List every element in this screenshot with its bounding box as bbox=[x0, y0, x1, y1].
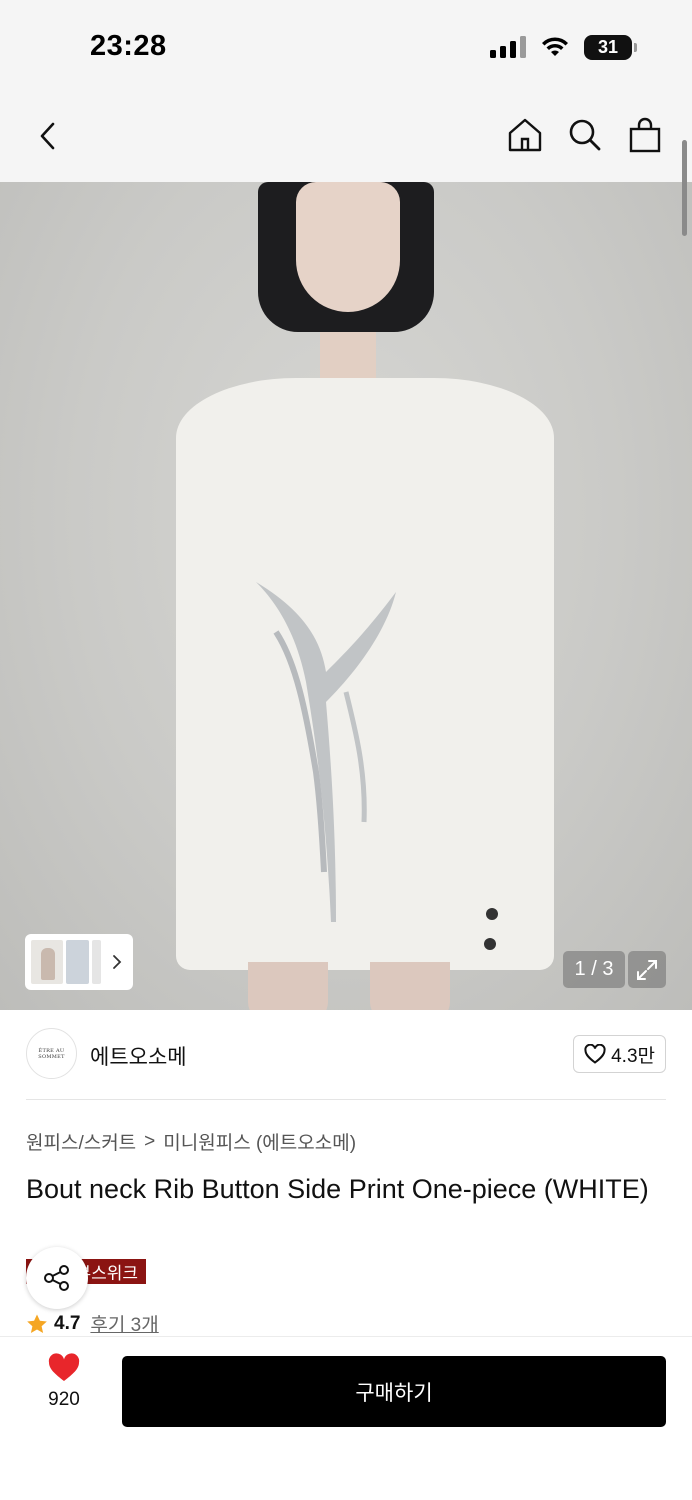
breadcrumb-separator: > bbox=[144, 1130, 156, 1152]
dress-button bbox=[484, 938, 496, 950]
thumbnail-image[interactable] bbox=[65, 940, 89, 984]
dress-button bbox=[486, 908, 498, 920]
breadcrumb: 원피스/스커트 > 미니원피스 (에트오소메) bbox=[26, 1128, 356, 1155]
image-page-counter: 1 / 3 bbox=[563, 951, 625, 988]
model-leg bbox=[248, 962, 328, 1010]
heart-outline-icon bbox=[584, 1044, 606, 1064]
nav-actions bbox=[506, 114, 664, 156]
brand-logo[interactable]: ÊTRE AU SOMMET bbox=[26, 1028, 77, 1079]
share-icon bbox=[44, 1265, 69, 1291]
rating-row: 4.7 후기 3개 bbox=[26, 1310, 159, 1337]
status-bar: 23:28 31 bbox=[0, 0, 692, 92]
brand-like-count: 4.3만 bbox=[611, 1045, 655, 1067]
review-count-link[interactable]: 후기 3개 bbox=[90, 1310, 158, 1337]
thumbnail-image[interactable] bbox=[91, 940, 101, 984]
brand-row: ÊTRE AU SOMMET 에트오소메 4.3만 bbox=[26, 1028, 666, 1080]
cart-button[interactable] bbox=[626, 114, 664, 156]
brand-like-button[interactable]: 4.3만 bbox=[573, 1035, 666, 1073]
dress-print-graphic bbox=[256, 582, 396, 922]
expand-image-button[interactable] bbox=[628, 951, 666, 988]
back-button[interactable] bbox=[28, 116, 68, 156]
brand-name[interactable]: 에트오소메 bbox=[90, 1041, 187, 1071]
wishlist-button[interactable]: 920 bbox=[34, 1353, 94, 1421]
scrollbar[interactable] bbox=[682, 140, 687, 236]
status-time: 23:28 bbox=[90, 30, 167, 62]
buy-button[interactable]: 구매하기 bbox=[122, 1356, 666, 1427]
shopping-bag-icon bbox=[629, 117, 661, 153]
navigation-bar bbox=[0, 92, 692, 182]
chevron-right-icon bbox=[112, 954, 127, 970]
cellular-signal-icon bbox=[490, 36, 526, 58]
product-title: Bout neck Rib Button Side Print One-piec… bbox=[26, 1174, 649, 1204]
bottom-action-bar: 920 구매하기 bbox=[0, 1336, 692, 1500]
heart-filled-icon bbox=[48, 1353, 80, 1381]
model-leg bbox=[370, 962, 450, 1010]
chevron-left-icon bbox=[40, 122, 55, 150]
model-face bbox=[296, 182, 400, 312]
share-button[interactable] bbox=[26, 1247, 88, 1309]
breadcrumb-category[interactable]: 원피스/스커트 bbox=[26, 1128, 136, 1155]
search-icon bbox=[569, 119, 601, 151]
home-icon bbox=[508, 118, 542, 152]
status-icons: 31 bbox=[490, 34, 637, 60]
rating-score: 4.7 bbox=[54, 1312, 81, 1334]
thumbnail-image[interactable] bbox=[31, 940, 63, 984]
wifi-icon bbox=[542, 37, 568, 56]
home-button[interactable] bbox=[506, 114, 544, 156]
wishlist-count: 920 bbox=[48, 1389, 80, 1410]
expand-icon bbox=[637, 959, 657, 980]
star-icon bbox=[27, 1314, 47, 1333]
breadcrumb-subcategory[interactable]: 미니원피스 (에트오소메) bbox=[163, 1128, 356, 1155]
search-button[interactable] bbox=[566, 114, 604, 156]
divider bbox=[26, 1099, 666, 1100]
battery-icon: 31 bbox=[584, 34, 637, 60]
thumbnail-strip[interactable] bbox=[25, 934, 133, 990]
product-image[interactable]: 1 / 3 bbox=[0, 182, 692, 1010]
brand-logo-text: ÊTRE AU SOMMET bbox=[38, 1047, 65, 1060]
